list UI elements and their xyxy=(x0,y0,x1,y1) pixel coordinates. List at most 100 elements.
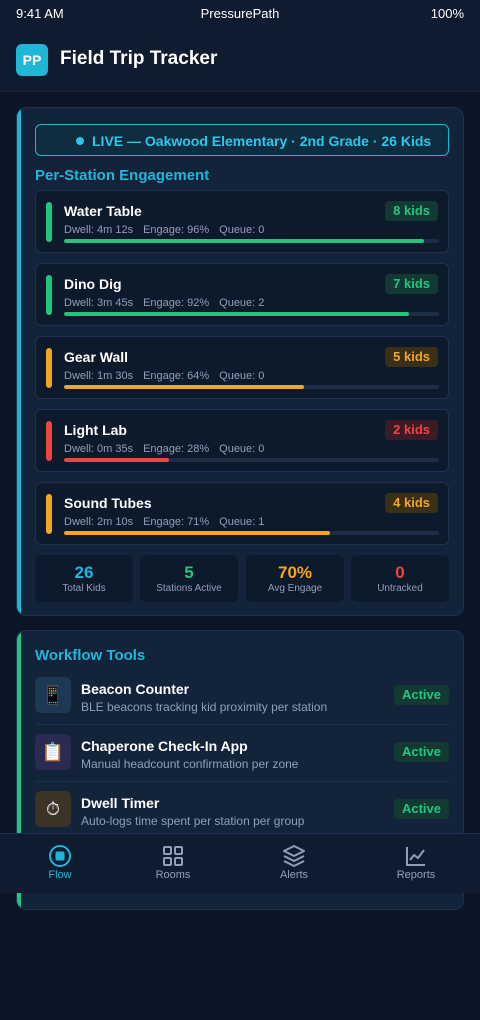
station-dino-dig[interactable]: Dino Dig Dwell: 3m 45s Engage: 92% Queue: … xyxy=(35,263,449,326)
status-carrier: PressurePath xyxy=(200,6,280,21)
station-status-bar xyxy=(46,202,52,242)
station-progress-fill xyxy=(64,385,304,389)
tool-desc: BLE beacons tracking kid proximity per s… xyxy=(81,700,328,714)
station-queue: Queue: 0 xyxy=(219,443,265,455)
tool-desc: Auto-logs time spent per station per gro… xyxy=(81,814,305,828)
station-meta: Dwell: 2m 10s Engage: 71% Queue: 1 xyxy=(64,516,274,528)
station-progress-track xyxy=(64,458,439,462)
station-meta: Dwell: 0m 35s Engage: 28% Queue: 0 xyxy=(64,443,274,455)
stat-label: Stations Active xyxy=(156,583,222,594)
tool-status-badge: Active xyxy=(393,799,449,819)
station-progress-track xyxy=(64,312,439,316)
station-status-bar xyxy=(46,348,52,388)
station-engage: Engage: 64% xyxy=(143,370,210,382)
tool-name: Dwell Timer xyxy=(81,795,160,811)
station-gear-wall[interactable]: Gear Wall Dwell: 1m 30s Engage: 64% Queue:… xyxy=(35,336,449,399)
bottom-nav: Flow Rooms Alerts Reports xyxy=(0,833,480,893)
station-progress-fill xyxy=(64,312,409,316)
stat-stations-active: 5 Stations Active xyxy=(140,555,238,602)
stat-value: 0 xyxy=(395,563,405,582)
station-dwell: Dwell: 4m 12s xyxy=(64,224,134,236)
nav-label: Flow xyxy=(48,869,72,881)
station-progress-fill xyxy=(64,239,424,243)
stat-untracked: 0 Untracked xyxy=(351,555,449,602)
status-battery: 100% xyxy=(430,6,464,21)
station-kids-badge: 2 kids xyxy=(385,420,438,440)
stat-label: Total Kids xyxy=(62,583,106,594)
station-engage: Engage: 28% xyxy=(143,443,210,455)
nav-label: Rooms xyxy=(155,869,191,881)
tool-name: Chaperone Check-In App xyxy=(81,738,248,754)
station-engage: Engage: 96% xyxy=(143,224,210,236)
nav-alerts[interactable]: Alerts xyxy=(234,834,354,894)
tool-chaperone-check-in[interactable]: 📋 Chaperone Check-In App Manual headcoun… xyxy=(35,726,449,782)
tool-beacon-counter[interactable]: 📱 Beacon Counter BLE beacons tracking ki… xyxy=(35,669,449,725)
station-status-bar xyxy=(46,494,52,534)
station-water-table[interactable]: Water Table Dwell: 4m 12s Engage: 96% Queu… xyxy=(35,190,449,253)
station-queue: Queue: 2 xyxy=(219,297,265,309)
station-dwell: Dwell: 2m 10s xyxy=(64,516,134,528)
nav-reports[interactable]: Reports xyxy=(356,834,476,894)
station-meta: Dwell: 3m 45s Engage: 92% Queue: 2 xyxy=(64,297,274,309)
stat-total-kids: 26 Total Kids xyxy=(35,555,133,602)
station-kids-badge: 8 kids xyxy=(385,201,438,221)
stat-avg-engage: 70% Avg Engage xyxy=(246,555,344,602)
stat-label: Avg Engage xyxy=(267,583,323,594)
station-engage: Engage: 71% xyxy=(143,516,210,528)
card-accent xyxy=(17,108,21,615)
station-dwell: Dwell: 3m 45s xyxy=(64,297,134,309)
station-name: Light Lab xyxy=(64,422,127,438)
station-queue: Queue: 0 xyxy=(219,224,265,236)
tool-desc: Manual headcount confirmation per zone xyxy=(81,757,299,771)
status-bar: 9:41 AM PressurePath 100% xyxy=(0,0,480,28)
workflow-title: Workflow Tools xyxy=(35,647,146,664)
live-dot-icon xyxy=(76,137,84,145)
station-sound-tubes[interactable]: Sound Tubes Dwell: 2m 10s Engage: 71% Queu… xyxy=(35,482,449,545)
station-meta: Dwell: 1m 30s Engage: 64% Queue: 0 xyxy=(64,370,274,382)
station-progress-fill xyxy=(64,458,169,462)
tool-status-badge: Active xyxy=(393,685,449,705)
layers-icon xyxy=(283,845,305,867)
station-meta: Dwell: 4m 12s Engage: 96% Queue: 0 xyxy=(64,224,274,236)
station-progress-fill xyxy=(64,531,331,535)
stat-label: Untracked xyxy=(377,583,423,594)
station-name: Gear Wall xyxy=(64,349,129,365)
station-dwell: Dwell: 0m 35s xyxy=(64,443,134,455)
grid-icon xyxy=(163,846,183,866)
station-dwell: Dwell: 1m 30s xyxy=(64,370,134,382)
nav-flow[interactable]: Flow xyxy=(0,834,120,894)
station-progress-track xyxy=(64,385,439,389)
station-progress-track xyxy=(64,531,439,535)
tool-status-badge: Active xyxy=(393,742,449,762)
station-name: Water Table xyxy=(64,203,142,219)
live-banner[interactable]: LIVE — Oakwood Elementary · 2nd Grade · … xyxy=(35,124,449,156)
engagement-card: LIVE — Oakwood Elementary · 2nd Grade · … xyxy=(16,107,464,616)
clipboard-icon: 📋 xyxy=(35,734,71,770)
station-kids-badge: 4 kids xyxy=(385,493,438,513)
engagement-title: Per-Station Engagement xyxy=(35,167,210,184)
station-queue: Queue: 1 xyxy=(219,516,265,528)
chart-icon xyxy=(406,847,425,866)
station-kids-badge: 7 kids xyxy=(385,274,438,294)
station-name: Dino Dig xyxy=(64,276,122,292)
nav-rooms[interactable]: Rooms xyxy=(113,834,233,894)
station-queue: Queue: 0 xyxy=(219,370,265,382)
nav-label: Alerts xyxy=(279,869,309,881)
stat-value: 26 xyxy=(74,563,94,582)
timer-icon: ⏱ xyxy=(35,791,71,827)
station-kids-badge: 5 kids xyxy=(385,347,438,367)
station-engage: Engage: 92% xyxy=(143,297,210,309)
stat-value: 70% xyxy=(277,563,313,582)
nav-label: Reports xyxy=(396,869,436,881)
flow-icon xyxy=(49,845,71,867)
app-title: Field Trip Tracker xyxy=(60,48,218,69)
phone-icon: 📱 xyxy=(35,677,71,713)
station-light-lab[interactable]: Light Lab Dwell: 0m 35s Engage: 28% Queue:… xyxy=(35,409,449,472)
station-status-bar xyxy=(46,275,52,315)
station-name: Sound Tubes xyxy=(64,495,152,511)
app-header: PP Field Trip Tracker xyxy=(0,28,480,92)
stat-value: 5 xyxy=(184,563,194,582)
live-banner-text: LIVE — Oakwood Elementary · 2nd Grade · … xyxy=(92,133,432,149)
station-status-bar xyxy=(46,421,52,461)
tool-dwell-timer[interactable]: ⏱ Dwell Timer Auto-logs time spent per s… xyxy=(35,783,449,839)
